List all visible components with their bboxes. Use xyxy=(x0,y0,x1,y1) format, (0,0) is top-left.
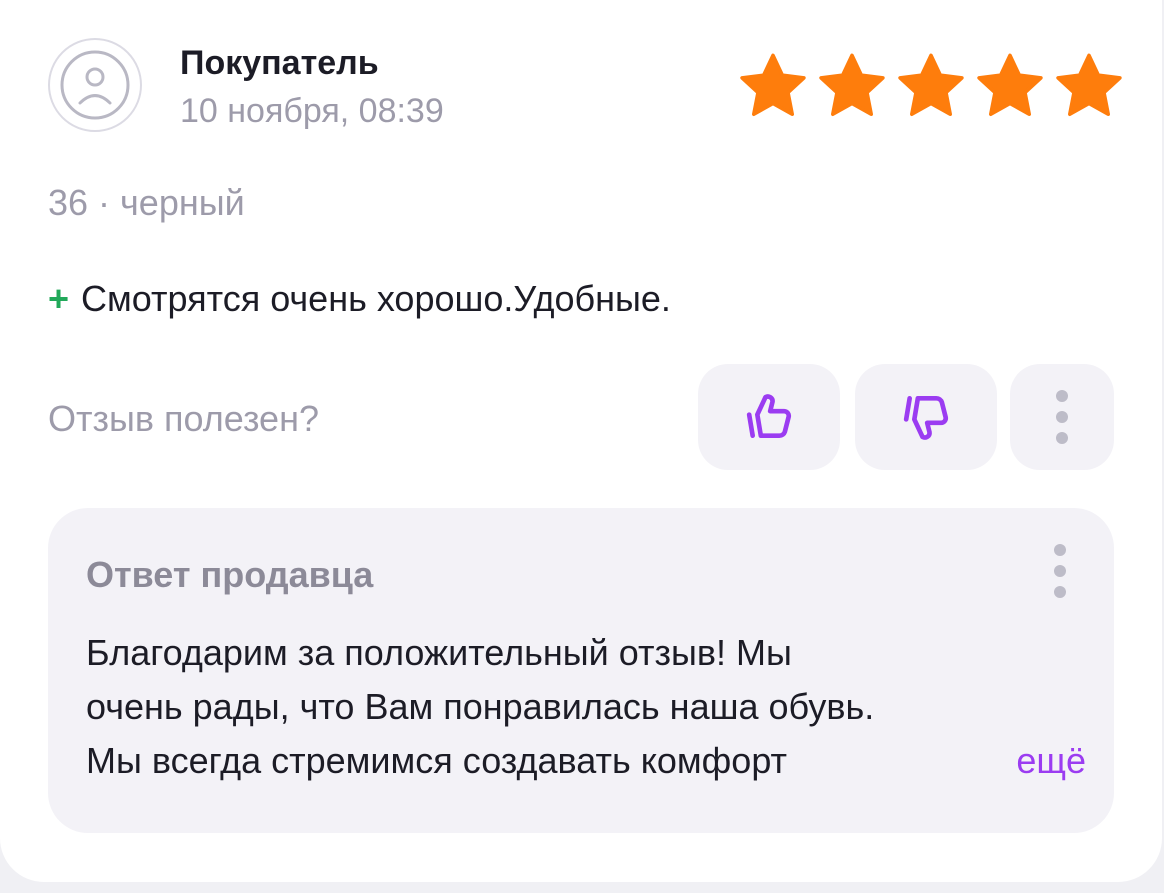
star-icon xyxy=(977,53,1043,116)
seller-reply-more-button[interactable] xyxy=(1054,544,1066,598)
thumbs-down-icon xyxy=(903,396,949,440)
seller-reply-line: Благодарим за положительный отзыв! Мы xyxy=(86,632,792,673)
thumbs-up-icon xyxy=(746,394,792,438)
read-more-link[interactable]: ещё xyxy=(988,734,1086,788)
review-more-button[interactable] xyxy=(1010,364,1114,470)
avatar xyxy=(48,38,142,132)
seller-reply-line: очень рады, что Вам понравилась наша обу… xyxy=(86,686,875,727)
author-name: Покупатель xyxy=(180,44,379,82)
star-icon xyxy=(740,53,806,116)
star-icon xyxy=(898,53,964,116)
more-vertical-icon xyxy=(1054,544,1066,598)
rating-stars xyxy=(734,50,1128,122)
helpful-question: Отзыв полезен? xyxy=(48,398,319,439)
seller-reply-title: Ответ продавца xyxy=(86,554,374,595)
review-pros: + Смотрятся очень хорошо.Удобные. xyxy=(48,278,671,320)
star-icon xyxy=(819,53,885,116)
seller-reply-line: Мы всегда стремимся создавать комфорт xyxy=(86,740,788,781)
product-variant: 36 · черный xyxy=(48,182,245,223)
dislike-button[interactable] xyxy=(855,364,997,470)
review-date: 10 ноября, 08:39 xyxy=(180,92,444,130)
seller-reply: Ответ продавца Благодарим за положительн… xyxy=(48,508,1114,833)
like-button[interactable] xyxy=(698,364,840,470)
seller-reply-text: Благодарим за положительный отзыв! Мы оч… xyxy=(86,626,1086,788)
star-icon xyxy=(1056,53,1122,116)
plus-sign: + xyxy=(48,278,70,319)
review-text: Смотрятся очень хорошо.Удобные. xyxy=(81,278,671,319)
more-vertical-icon xyxy=(1056,390,1068,444)
user-avatar-icon xyxy=(60,50,130,120)
review-card: Покупатель 10 ноября, 08:39 36 · черный … xyxy=(0,0,1162,882)
